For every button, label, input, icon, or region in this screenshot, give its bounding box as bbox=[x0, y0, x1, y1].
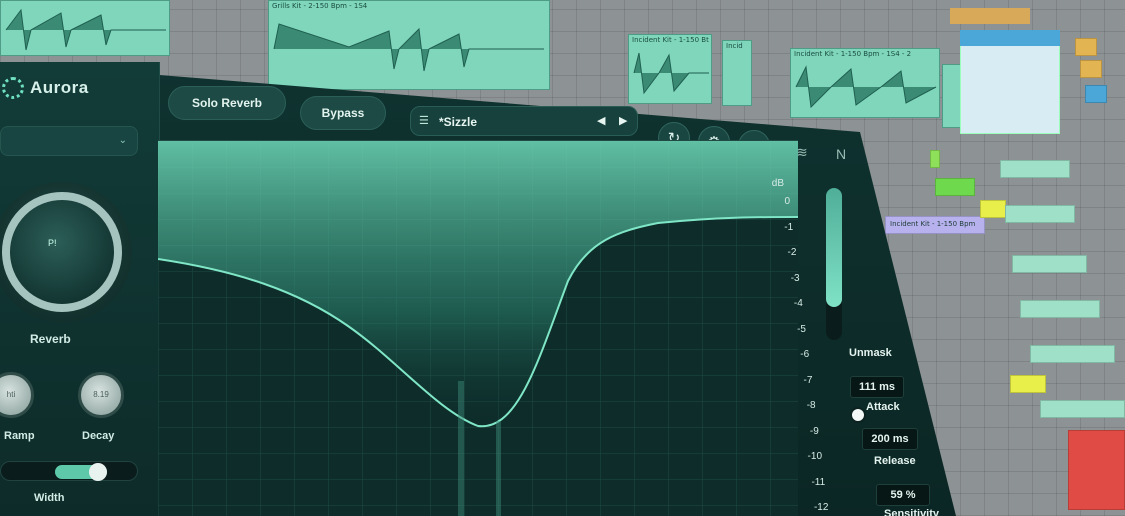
session-clip[interactable] bbox=[1075, 38, 1097, 56]
session-clip[interactable] bbox=[930, 150, 940, 168]
attack-label: Attack bbox=[866, 401, 900, 413]
reverb-knob-label: Reverb bbox=[30, 332, 71, 346]
audio-clip[interactable]: Incident Kit - 1-150 Bpm - 1S4 - 2 bbox=[790, 48, 940, 118]
audio-clip[interactable]: Incident Kit - 1-150 Bt bbox=[628, 34, 712, 104]
session-clip[interactable] bbox=[1030, 345, 1115, 363]
plugin-name: Aurora bbox=[30, 78, 89, 97]
preset-name: *Sizzle bbox=[439, 115, 478, 129]
sensitivity-label: Sensitivity bbox=[884, 508, 940, 516]
session-clip[interactable] bbox=[1012, 255, 1087, 273]
session-clip[interactable]: Incident Kit - 1-150 Bpm bbox=[885, 216, 985, 234]
reverb-curve-display[interactable] bbox=[158, 140, 798, 516]
track-header[interactable] bbox=[950, 8, 1030, 24]
session-clip[interactable] bbox=[1068, 430, 1125, 510]
db-tick-label: -8 bbox=[806, 400, 816, 411]
db-tick-label: 0 bbox=[784, 196, 790, 207]
reverb-knob[interactable]: P! bbox=[2, 192, 122, 312]
session-clip[interactable] bbox=[935, 178, 975, 196]
chevron-down-icon: ⌄ bbox=[118, 135, 127, 146]
unmask-slider-fill bbox=[826, 188, 842, 307]
session-clip[interactable] bbox=[1005, 205, 1075, 223]
unmask-slider-thumb[interactable] bbox=[850, 407, 866, 423]
session-clip[interactable] bbox=[1085, 85, 1107, 103]
track-header[interactable] bbox=[960, 30, 1060, 46]
db-tick-label: -5 bbox=[797, 323, 806, 335]
spectrum-bar bbox=[496, 421, 501, 516]
unmask-label: Unmask bbox=[849, 347, 892, 359]
spectrum-bar bbox=[458, 381, 464, 516]
audio-clip[interactable]: Incid bbox=[722, 40, 752, 106]
reverb-knob-value: P! bbox=[48, 238, 57, 248]
preset-selector[interactable]: ☰ *Sizzle ◀ ▶ bbox=[410, 106, 638, 136]
ramp-knob-value: hti bbox=[6, 390, 16, 399]
db-tick-label: -3 bbox=[790, 272, 800, 284]
db-tick-label: -12 bbox=[813, 502, 829, 513]
audio-clip[interactable] bbox=[0, 0, 170, 56]
plugin-logo: Aurora bbox=[0, 74, 120, 102]
db-unit-label: dB bbox=[771, 178, 784, 189]
brand-n-icon: N bbox=[836, 146, 847, 162]
session-clip[interactable] bbox=[1020, 300, 1100, 318]
attack-value[interactable]: 111 ms bbox=[850, 376, 904, 398]
preset-list-icon[interactable]: ☰ bbox=[419, 114, 429, 127]
session-clip[interactable] bbox=[1040, 400, 1125, 418]
db-tick-label: -9 bbox=[809, 425, 819, 437]
audio-clip[interactable]: Grills Kit - 2-150 Bpm - 1S4 bbox=[268, 0, 550, 90]
session-clip[interactable] bbox=[1000, 160, 1070, 178]
db-tick-label: -4 bbox=[793, 298, 803, 309]
width-slider[interactable] bbox=[0, 461, 138, 481]
session-clip[interactable] bbox=[1080, 60, 1102, 78]
solo-reverb-button[interactable]: Solo Reverb bbox=[168, 86, 286, 120]
db-tick-label: -2 bbox=[787, 247, 797, 258]
decay-knob-label: Decay bbox=[82, 430, 115, 442]
width-label: Width bbox=[34, 492, 65, 504]
release-value[interactable]: 200 ms bbox=[862, 428, 918, 450]
db-tick-label: -7 bbox=[803, 374, 813, 386]
mode-dropdown[interactable]: ⌄ bbox=[0, 126, 138, 156]
width-slider-thumb[interactable] bbox=[89, 463, 107, 481]
sensitivity-value[interactable]: 59 % bbox=[876, 484, 930, 506]
unmask-slider[interactable] bbox=[826, 188, 842, 340]
decay-knob-value: 8.19 bbox=[93, 390, 109, 399]
release-label: Release bbox=[874, 455, 916, 467]
preset-next-icon[interactable]: ▶ bbox=[619, 114, 627, 127]
session-clip[interactable] bbox=[1010, 375, 1046, 393]
clip-title: Incid bbox=[726, 42, 743, 50]
db-tick-label: -10 bbox=[807, 451, 822, 462]
session-clip[interactable] bbox=[980, 200, 1006, 218]
db-tick-label: -6 bbox=[800, 349, 810, 360]
db-tick-label: -1 bbox=[784, 221, 794, 233]
decay-knob[interactable]: 8.19 bbox=[78, 372, 124, 418]
aurora-logo-icon bbox=[2, 77, 24, 99]
preset-prev-icon[interactable]: ◀ bbox=[597, 114, 605, 127]
db-tick-label: -11 bbox=[811, 476, 826, 488]
reverb-curve-svg bbox=[158, 141, 798, 516]
bypass-button[interactable]: Bypass bbox=[300, 96, 386, 130]
ramp-knob-label: Ramp bbox=[4, 430, 35, 442]
